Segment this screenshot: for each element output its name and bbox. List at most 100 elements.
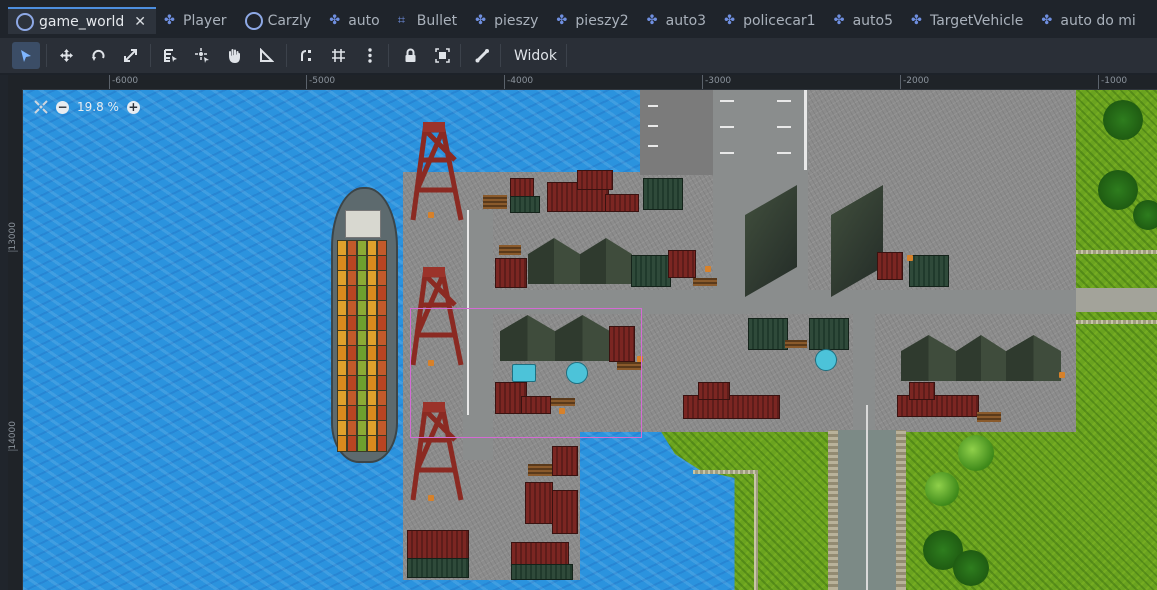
- smart-snap-button[interactable]: [292, 42, 320, 69]
- toolbar-separator: [286, 44, 287, 67]
- container-red: [877, 252, 903, 280]
- scene-tab[interactable]: game_world ✕: [8, 7, 156, 34]
- view-menu-button[interactable]: Widok: [514, 42, 557, 69]
- scene-tab[interactable]: ✤ pieszy2: [548, 7, 638, 34]
- rotate-tool-icon: [91, 49, 104, 61]
- ship-container: [337, 435, 347, 452]
- container-green: [643, 178, 683, 210]
- pan-button[interactable]: [220, 42, 248, 69]
- move-tool-icon: [59, 49, 73, 62]
- container-red: [605, 194, 639, 212]
- scale-tool-icon: [123, 49, 137, 62]
- scene-node-icon: ✤: [1041, 12, 1053, 28]
- pallet: [528, 464, 552, 476]
- grid-snap-icon: [331, 49, 345, 62]
- zoom-level[interactable]: 19.8 %: [77, 100, 119, 114]
- scene-node-icon: ✤: [724, 12, 735, 28]
- barrel: [705, 266, 711, 272]
- vertical-ruler[interactable]: 13000 14000: [8, 89, 23, 590]
- editor-toolbar: Widok: [0, 38, 1157, 73]
- toolbar-separator: [388, 44, 389, 67]
- container-green: [510, 196, 540, 213]
- container-green: [407, 558, 469, 578]
- tab-label: TargetVehicle: [929, 12, 1024, 29]
- lane-marking: [720, 126, 734, 128]
- gate-wall: [828, 430, 838, 590]
- select-tool-button[interactable]: [12, 42, 40, 69]
- more-icon: [368, 48, 372, 63]
- pallet: [977, 412, 1001, 422]
- skeleton-button[interactable]: [468, 42, 496, 69]
- scene-node-icon: ✤: [646, 12, 658, 28]
- lock-button[interactable]: [396, 42, 424, 69]
- ruler-label: -5000: [306, 75, 335, 89]
- group-button[interactable]: [428, 42, 456, 69]
- scene-tab[interactable]: ⌗ Bullet: [390, 7, 467, 34]
- scene-node-icon: ✤: [164, 12, 175, 28]
- ship-container: [357, 435, 367, 452]
- list-select-button[interactable]: [156, 42, 184, 69]
- scene-tab-bar: game_world ✕ ✤ Player Carzly ✤ auto ⌗ Bullet ✤ pie…: [0, 0, 1157, 38]
- scene-tab[interactable]: ✤ Player: [156, 7, 237, 34]
- lock-icon: [405, 48, 415, 62]
- container-green: [511, 564, 573, 580]
- move-tool-button[interactable]: [52, 42, 80, 69]
- scene-tab[interactable]: ✤ auto3: [639, 7, 716, 34]
- pivot-button[interactable]: [188, 42, 216, 69]
- pallet: [499, 245, 521, 255]
- scale-tool-button[interactable]: [116, 42, 144, 69]
- rotate-tool-button[interactable]: [84, 42, 112, 69]
- container-red: [495, 258, 527, 288]
- ring-icon: [244, 11, 263, 30]
- center-view-icon[interactable]: [34, 100, 48, 114]
- horizontal-ruler[interactable]: -6000 -5000 -4000 -3000 -2000 -1000: [8, 75, 1157, 90]
- ship-container: [347, 435, 357, 452]
- zoom-in-button[interactable]: +: [126, 100, 140, 114]
- 2d-viewport[interactable]: − 19.8 % +: [23, 90, 1157, 590]
- tab-label: auto5: [852, 12, 893, 29]
- gate-wall: [896, 430, 906, 590]
- container-red: [909, 382, 935, 400]
- tab-label: auto3: [665, 12, 707, 29]
- tab-label: game_world: [39, 13, 125, 30]
- container-green: [631, 255, 671, 287]
- area-node-icon: ⌗: [397, 12, 406, 28]
- ruler-label: 13000: [8, 222, 18, 252]
- close-tab-icon[interactable]: ✕: [134, 14, 146, 30]
- tree: [958, 435, 994, 471]
- lane-marking: [720, 100, 734, 102]
- scene-tab[interactable]: ✤ auto do mi: [1033, 7, 1145, 34]
- scene-tab[interactable]: ✤ auto5: [826, 7, 903, 34]
- grid-snap-button[interactable]: [324, 42, 352, 69]
- lane-marking: [648, 125, 658, 127]
- ruler-button[interactable]: [252, 42, 280, 69]
- lane-marking: [720, 152, 734, 154]
- fence: [1076, 250, 1157, 254]
- scene-node-icon: ✤: [833, 12, 845, 28]
- scene-tab[interactable]: ✤ policecar1: [716, 7, 825, 34]
- lane-marking: [777, 126, 791, 128]
- scene-tab[interactable]: Carzly: [237, 7, 322, 34]
- palm-tree: [1103, 100, 1143, 140]
- palm-tree: [953, 550, 989, 586]
- zoom-out-button[interactable]: −: [56, 100, 69, 114]
- ship-bridge: [345, 210, 381, 238]
- zoom-controls: − 19.8 % +: [34, 100, 148, 114]
- container-red: [577, 170, 613, 190]
- ship-container: [367, 435, 377, 452]
- fence: [693, 470, 758, 474]
- target-node-icon[interactable]: [815, 349, 837, 371]
- scene-tabs: game_world ✕ ✤ Player Carzly ✤ auto ⌗ Bullet ✤ pie…: [8, 7, 1146, 34]
- scene-tab[interactable]: ✤ pieszy: [467, 7, 548, 34]
- group-icon: [434, 48, 450, 63]
- scene-tab[interactable]: ✤ TargetVehicle: [903, 7, 1033, 34]
- palm-tree: [1133, 200, 1157, 230]
- container-red: [668, 250, 696, 278]
- scene-node-icon: ✤: [910, 12, 922, 28]
- scene-tab[interactable]: ✤ auto: [321, 7, 390, 34]
- tab-label: Player: [183, 12, 227, 29]
- more-options-button[interactable]: [356, 42, 384, 69]
- container-green: [748, 318, 788, 350]
- pallet: [693, 278, 717, 286]
- select-tool-icon: [21, 49, 31, 62]
